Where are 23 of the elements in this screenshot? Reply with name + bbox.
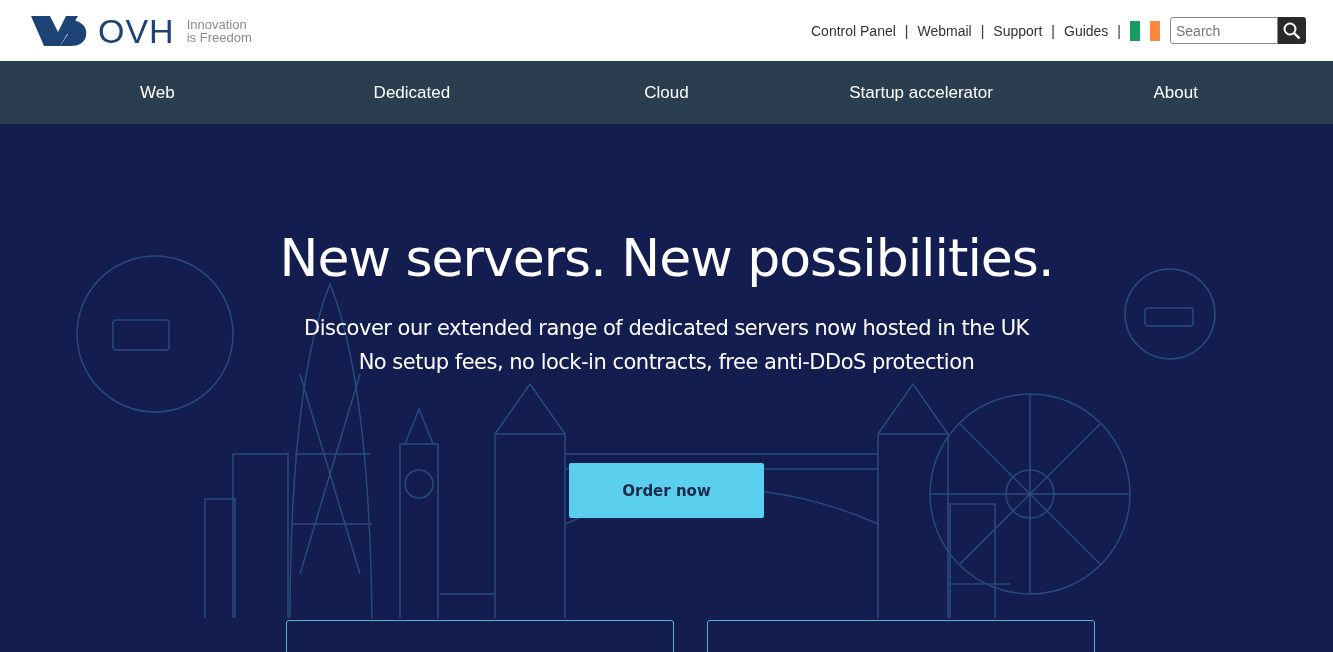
nav-item[interactable]: About	[1153, 82, 1198, 103]
separator: |	[980, 22, 985, 39]
search-field[interactable]: Search	[1170, 17, 1278, 44]
nav-item[interactable]: Startup accelerator	[849, 82, 993, 103]
separator: |	[1117, 22, 1121, 39]
nav-item[interactable]: Cloud	[644, 82, 689, 103]
flag-icon[interactable]	[1130, 20, 1160, 41]
logo-tagline: Innovation is Freedom	[186, 17, 252, 44]
top-link[interactable]: Guides	[1064, 22, 1109, 39]
order-button[interactable]: Order now	[569, 463, 764, 518]
top-link[interactable]: Support	[993, 22, 1043, 39]
nav-item[interactable]: Web	[139, 82, 175, 103]
hero-subtitle: Discover our extended range of dedicated servers now hosted in the UK	[304, 315, 1029, 342]
nav-item[interactable]: Dedicated	[373, 82, 451, 103]
hero-subtitle: No setup fees, no lock-in contracts, free anti-DDoS protection	[358, 349, 975, 376]
search-button[interactable]	[1278, 17, 1306, 44]
separator: |	[1051, 22, 1055, 39]
logo-wordmark: OVH	[98, 13, 175, 48]
separator: |	[904, 22, 909, 39]
hero-title: New servers. New possibilities.	[279, 227, 1054, 290]
search-icon	[1283, 21, 1301, 40]
top-link[interactable]: Webmail	[917, 22, 972, 39]
top-link[interactable]: Control Panel	[811, 22, 896, 39]
